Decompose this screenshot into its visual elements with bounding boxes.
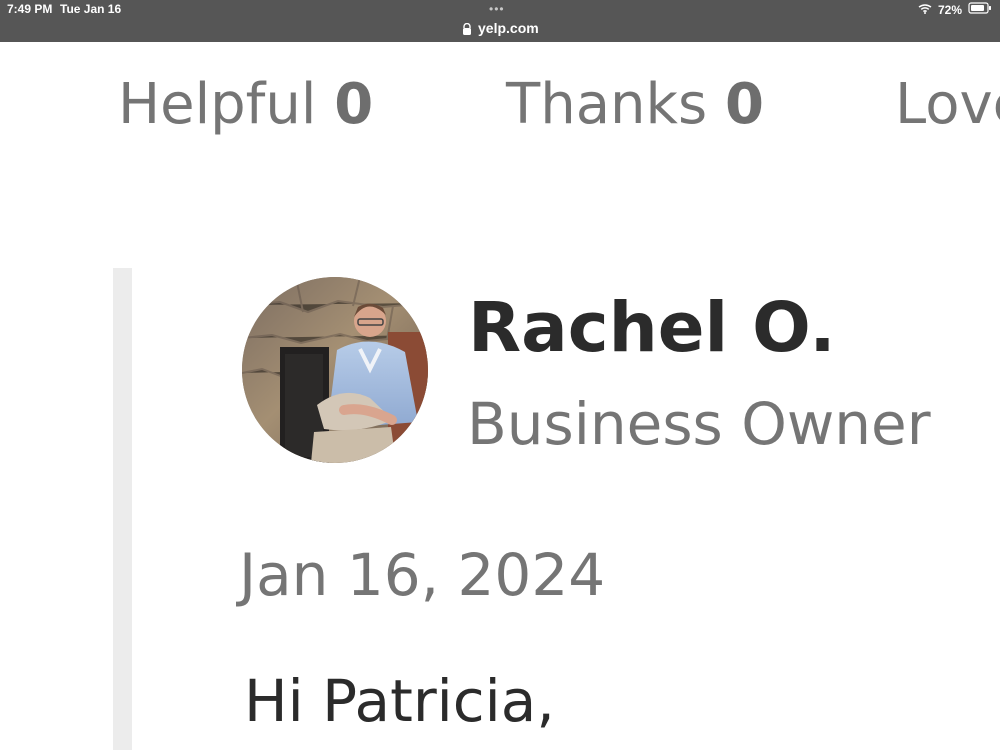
helpful-label: Helpful bbox=[118, 72, 317, 137]
thanks-reaction-button[interactable]: Thanks 0 bbox=[506, 70, 764, 140]
lock-icon bbox=[462, 22, 472, 35]
more-dots-icon[interactable]: ••• bbox=[489, 2, 505, 16]
owner-role: Business Owner bbox=[467, 390, 931, 458]
reply-greeting: Hi Patricia, bbox=[244, 667, 555, 735]
helpful-count: 0 bbox=[334, 72, 374, 137]
thanks-count: 0 bbox=[724, 72, 764, 137]
reaction-buttons: Helpful 0 Thanks 0 Love bbox=[0, 70, 1000, 140]
address-bar[interactable]: yelp.com bbox=[462, 19, 539, 37]
url-text: yelp.com bbox=[478, 20, 539, 36]
status-indicators: 72% bbox=[918, 2, 992, 17]
owner-avatar-photo bbox=[242, 277, 428, 463]
owner-reply-bar bbox=[113, 268, 132, 750]
review-page-content: Helpful 0 Thanks 0 Love bbox=[0, 42, 1000, 750]
owner-avatar-svg bbox=[242, 277, 428, 463]
status-date: Tue Jan 16 bbox=[60, 2, 122, 16]
love-reaction-button[interactable]: Love bbox=[895, 70, 1000, 140]
status-time: 7:49 PM bbox=[7, 2, 53, 16]
helpful-reaction-button[interactable]: Helpful 0 bbox=[118, 70, 373, 140]
battery-text: 72% bbox=[937, 2, 962, 17]
owner-name[interactable]: Rachel O. bbox=[468, 290, 836, 366]
thanks-label: Thanks bbox=[506, 72, 708, 137]
wifi-icon bbox=[918, 3, 932, 17]
love-label: Love bbox=[895, 72, 1000, 137]
status-bar: 7:49 PM Tue Jan 16 ••• yelp.com 72% bbox=[0, 0, 1000, 42]
reply-date: Jan 16, 2024 bbox=[239, 541, 606, 609]
battery-icon bbox=[968, 2, 992, 17]
